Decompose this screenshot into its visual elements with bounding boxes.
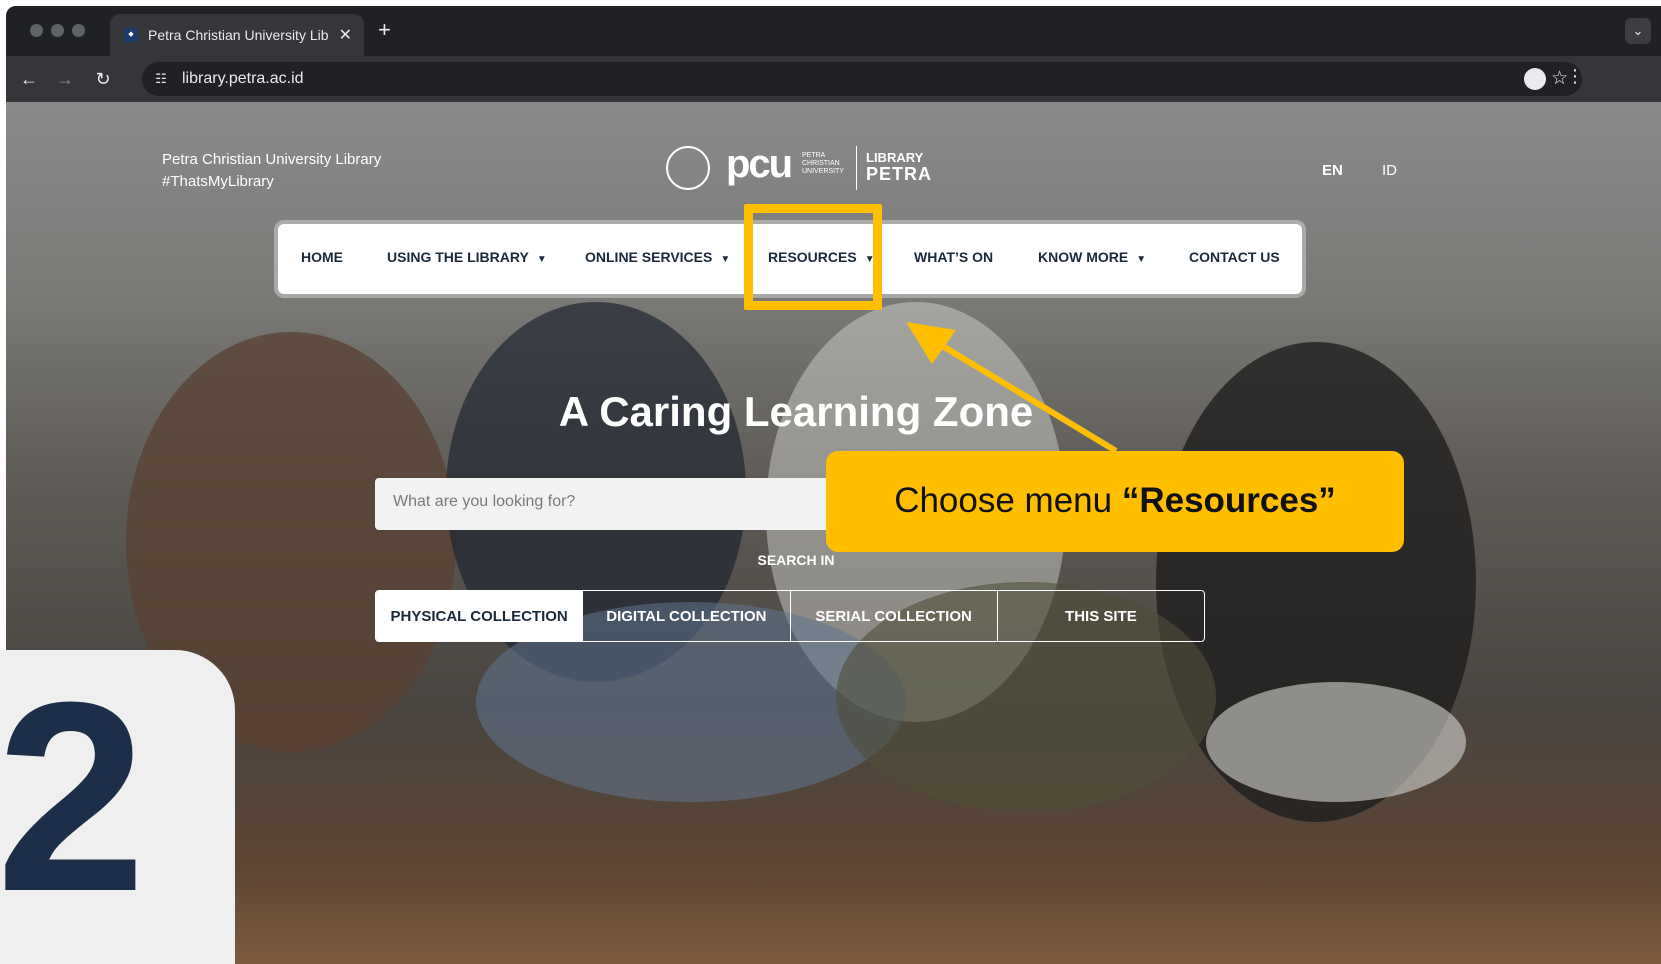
maximize-window-button[interactable] [72,24,85,37]
window-controls [30,24,85,37]
web-page: Petra Christian University Library #That… [6,102,1661,964]
close-window-button[interactable] [30,24,43,37]
reload-icon[interactable]: ↻ [90,66,116,92]
favicon-icon: ◆ [124,28,138,42]
profile-avatar-icon[interactable] [1524,68,1546,90]
forward-arrow-icon[interactable]: → [52,66,78,92]
browser-tab[interactable]: ◆ Petra Christian University Lib ✕ [110,14,364,56]
tab-strip: ◆ Petra Christian University Lib ✕ + ⌄ [6,6,1661,56]
browser-window: ◆ Petra Christian University Lib ✕ + ⌄ ←… [6,6,1661,964]
tab-close-icon[interactable]: ✕ [339,25,352,45]
step-number: 2 [0,650,147,948]
callout-bold: “Resources” [1121,481,1336,520]
minimize-window-button[interactable] [51,24,64,37]
step-number-badge: 2 [0,650,235,964]
new-tab-icon[interactable]: + [378,17,391,43]
url-text[interactable]: library.petra.ac.id [182,70,304,88]
callout-prefix: Choose menu [894,481,1122,520]
site-info-icon[interactable]: ☷ [152,70,170,88]
back-arrow-icon[interactable]: ← [16,66,42,92]
tab-search-chevron-icon[interactable]: ⌄ [1625,18,1651,44]
browser-toolbar: ← → ↻ ☷ library.petra.ac.id ☆ ⋮ [6,56,1661,102]
menu-kebab-icon[interactable]: ⋮ [1566,66,1584,87]
callout-text: Choose menu “Resources” [826,481,1404,521]
instruction-callout: Choose menu “Resources” [826,451,1404,552]
tab-title: Petra Christian University Lib [148,27,329,43]
address-bar[interactable]: ☷ library.petra.ac.id ☆ [142,62,1582,96]
